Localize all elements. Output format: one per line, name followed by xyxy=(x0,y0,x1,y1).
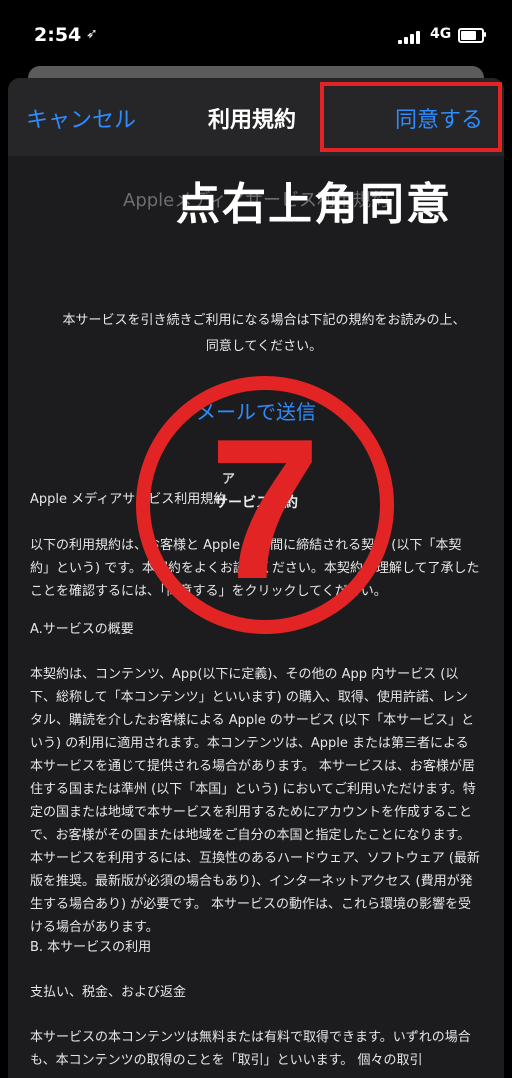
signal-bars-icon xyxy=(398,30,424,44)
email-link[interactable]: メールで送信 xyxy=(8,396,504,425)
paragraph-payment: 本サービスの本コンテンツは無料または有料で取得できます。いずれの場合も、本コンテ… xyxy=(30,1030,471,1068)
faint-label: ア xyxy=(222,472,236,487)
highlight-box xyxy=(320,82,502,152)
instruction-overlay: 点右上角同意 xyxy=(176,179,452,230)
battery-icon xyxy=(458,28,484,43)
battery-cap xyxy=(484,32,486,37)
paragraph-title: Apple メディアサービス利用規約 xyxy=(30,492,227,507)
location-arrow-icon: ➶ xyxy=(86,26,98,42)
cancel-button[interactable]: キャンセル xyxy=(26,102,136,134)
status-bar: 2:54 ➶ 4G xyxy=(0,0,512,70)
section-a-heading: A.サービスの概要 xyxy=(30,622,134,637)
network-type: 4G xyxy=(430,26,452,42)
payment-heading: 支払い、税金、および返金 xyxy=(30,985,187,1000)
intro-text: 本サービスを引き続きご利用になる場合は下記の規約をお読みの上、同意してください。 xyxy=(62,313,466,354)
section-b-heading: B. 本サービスの利用 xyxy=(30,940,152,955)
page-title: 利用規約 xyxy=(208,108,297,133)
paragraph-intro: 以下の利用規約は、お客様と Apple との間に締結される契約 (以下「本契約」… xyxy=(30,538,480,599)
paragraph-overview: 本契約は、コンテンツ、App(以下に定義)、その他の App 内サービス (以下… xyxy=(30,667,480,935)
status-time: 2:54 xyxy=(34,24,82,46)
